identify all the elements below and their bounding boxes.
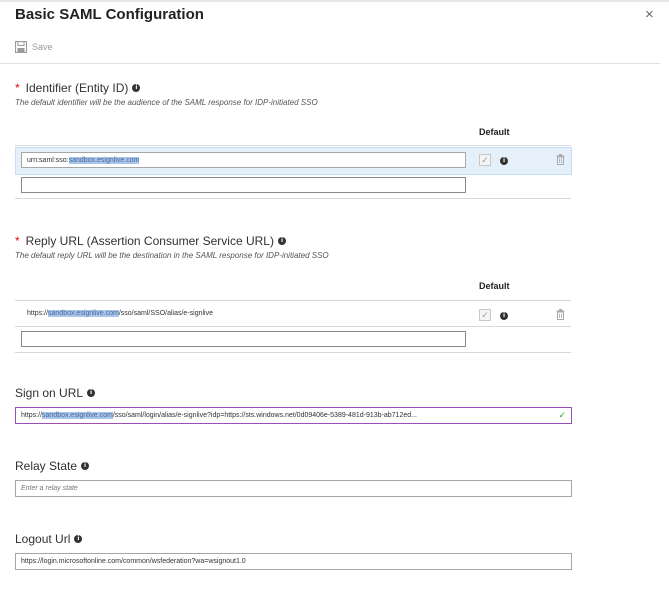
reply-row-line	[15, 326, 571, 327]
logout-label: Logout Url	[15, 532, 71, 546]
reply-new-input[interactable]	[21, 331, 466, 347]
identifier-input[interactable]: urn:saml:sso: sandbox.esignlive.com	[21, 152, 466, 168]
info-icon[interactable]: i	[74, 535, 83, 543]
identifier-table-header-line	[15, 145, 571, 146]
info-icon[interactable]: i	[277, 237, 286, 245]
info-icon[interactable]: i	[500, 312, 508, 320]
reply-table-header-line	[15, 300, 571, 301]
valid-check-icon: ✓	[558, 410, 566, 420]
identifier-table-bottom-line	[15, 198, 571, 199]
identifier-new-input[interactable]	[21, 177, 466, 193]
logout-value: https://login.microsoftonline.com/common…	[21, 558, 246, 565]
reply-url-value[interactable]: https://sandbox.esignlive.com/sso/saml/S…	[27, 310, 213, 317]
reply-label-row: * Reply URL (Assertion Consumer Service …	[15, 234, 286, 248]
logout-url-input[interactable]: https://login.microsoftonline.com/common…	[15, 553, 572, 570]
close-icon[interactable]: ×	[645, 6, 654, 23]
identifier-label-row: * Identifier (Entity ID) i	[15, 81, 141, 95]
identifier-description: The default identifier will be the audie…	[15, 98, 318, 107]
identifier-value-highlight: sandbox.esignlive.com	[68, 156, 140, 164]
identifier-default-checkbox[interactable]: ✓	[479, 154, 491, 166]
reply-value-suffix: /sso/saml/SSO/alias/e-signlive	[118, 310, 213, 317]
reply-default-checkbox[interactable]: ✓	[479, 309, 491, 321]
info-icon[interactable]: i	[500, 157, 508, 165]
toolbar-divider	[0, 63, 660, 64]
relay-state-input[interactable]: Enter a relay state	[15, 480, 572, 497]
signon-value-suffix: /sso/saml/login/alias/e-signlive?idp=htt…	[112, 412, 417, 419]
signon-value-highlight: sandbox.esignlive.com	[42, 412, 113, 419]
required-marker: *	[15, 81, 20, 95]
signon-value-prefix: https://	[21, 412, 43, 419]
reply-description: The default reply URL will be the destin…	[15, 251, 329, 260]
signon-label-row: Sign on URL i	[15, 386, 96, 400]
info-icon[interactable]: i	[132, 84, 141, 92]
signon-url-input[interactable]: https://sandbox.esignlive.com/sso/saml/l…	[15, 407, 572, 424]
logout-label-row: Logout Url i	[15, 532, 83, 546]
save-icon	[15, 41, 27, 53]
info-icon[interactable]: i	[87, 389, 96, 397]
save-label: Save	[32, 42, 53, 52]
trash-icon[interactable]	[556, 309, 565, 320]
relay-label-row: Relay State i	[15, 459, 90, 473]
reply-default-header: Default	[479, 281, 510, 291]
save-button[interactable]: Save	[15, 41, 53, 53]
reply-table-bottom-line	[15, 352, 571, 353]
relay-label: Relay State	[15, 459, 78, 473]
identifier-default-header: Default	[479, 127, 510, 137]
reply-value-highlight: sandbox.esignlive.com	[48, 310, 119, 317]
required-marker: *	[15, 234, 20, 248]
info-icon[interactable]: i	[81, 462, 90, 470]
top-border	[0, 0, 669, 2]
signon-label: Sign on URL	[15, 386, 84, 400]
reply-label: Reply URL (Assertion Consumer Service UR…	[25, 234, 274, 248]
reply-value-prefix: https://	[27, 310, 49, 317]
identifier-label: Identifier (Entity ID)	[25, 81, 129, 95]
relay-placeholder: Enter a relay state	[21, 485, 78, 492]
identifier-value-prefix: urn:saml:sso:	[27, 156, 69, 164]
page-title: Basic SAML Configuration	[15, 6, 204, 23]
trash-icon[interactable]	[556, 154, 565, 165]
